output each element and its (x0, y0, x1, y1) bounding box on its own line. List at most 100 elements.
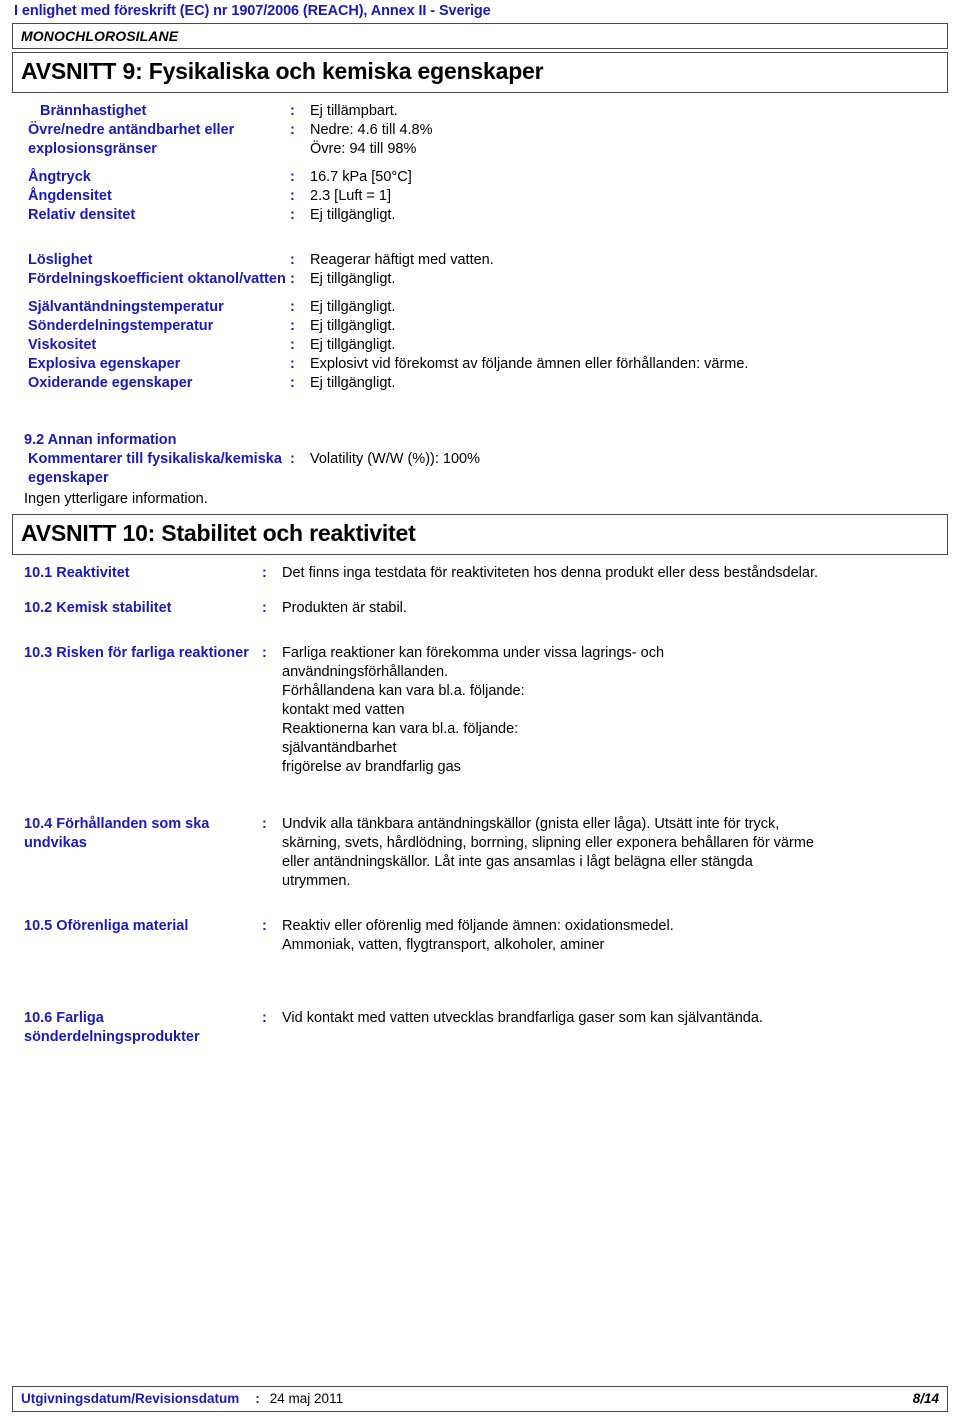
property-colon: : (262, 645, 267, 661)
property-colon: : (290, 375, 295, 391)
property-value: Produkten är stabil. (282, 600, 407, 616)
property-colon: : (290, 207, 295, 223)
property-colon: : (262, 816, 267, 832)
property-row: Kommentarer till fysikaliska/kemiska ege… (12, 450, 948, 488)
property-row: Övre/nedre antändbarhet eller explosions… (12, 121, 948, 159)
section-9-heading: AVSNITT 9: Fysikaliska och kemiska egens… (12, 52, 948, 93)
property-value: Volatility (W/W (%)): 100% (310, 451, 480, 467)
property-row: 10.4 Förhållanden som ska undvikas : Und… (12, 815, 948, 891)
property-colon: : (290, 356, 295, 372)
property-colon: : (262, 565, 267, 581)
section-9-properties: Brännhastighet : Ej tillämpbart. Övre/ne… (12, 102, 948, 393)
property-row: 10.6 Farliga sönderdelningsprodukter : V… (12, 1009, 948, 1047)
property-value: Ej tillämpbart. (310, 103, 398, 119)
property-label: 10.2 Kemisk stabilitet (24, 600, 172, 616)
section-9-2-note: Ingen ytterligare information. (24, 491, 208, 507)
property-value: Farliga reaktioner kan förekomma under v… (282, 645, 665, 775)
property-label: Fördelningskoefficient oktanol/vatten (28, 271, 286, 287)
property-label: 10.5 Oförenliga material (24, 918, 189, 934)
property-value: Ej tillgängligt. (310, 337, 396, 353)
property-colon: : (262, 1010, 267, 1026)
page-footer: Utgivningsdatum/Revisionsdatum : 24 maj … (12, 1386, 948, 1412)
property-colon: : (262, 918, 267, 934)
property-colon: : (262, 600, 267, 616)
property-label: Självantändningstemperatur (28, 299, 224, 315)
footer-revision-date: 24 maj 2011 (269, 1391, 344, 1406)
property-label: Relativ densitet (28, 207, 136, 223)
property-colon: : (290, 451, 295, 467)
property-label: 10.1 Reaktivitet (24, 565, 130, 581)
property-label: Explosiva egenskaper (28, 356, 181, 372)
property-row: Ångdensitet : 2.3 [Luft = 1] (12, 187, 948, 206)
property-label: 10.3 Risken för farliga reaktioner (24, 645, 249, 661)
property-label: Övre/nedre antändbarhet eller explosions… (28, 122, 235, 157)
property-label: Oxiderande egenskaper (28, 375, 193, 391)
property-row: 10.3 Risken för farliga reaktioner : Far… (12, 644, 948, 777)
property-colon: : (290, 252, 295, 268)
property-colon: : (290, 188, 295, 204)
property-row: Sönderdelningstemperatur : Ej tillgängli… (12, 317, 948, 336)
property-value: Ej tillgängligt. (310, 375, 396, 391)
property-colon: : (290, 299, 295, 315)
property-label: Ångdensitet (28, 188, 112, 204)
property-colon: : (290, 271, 295, 287)
property-value: Det finns inga testdata för reaktivitete… (282, 565, 819, 581)
property-row: Relativ densitet : Ej tillgängligt. (12, 206, 948, 225)
property-row: 10.5 Oförenliga material : Reaktiv eller… (12, 917, 948, 955)
property-label: Viskositet (28, 337, 97, 353)
section-9-2-heading: 9.2 Annan information (24, 432, 177, 448)
property-label: Löslighet (28, 252, 93, 268)
property-value: Reaktiv eller oförenlig med följande ämn… (282, 918, 674, 953)
property-value: Ej tillgängligt. (310, 271, 396, 287)
property-row: Fördelningskoefficient oktanol/vatten : … (12, 270, 948, 289)
property-label: 10.4 Förhållanden som ska undvikas (24, 816, 210, 851)
property-row: 10.2 Kemisk stabilitet : Produkten är st… (12, 599, 948, 618)
sds-page: I enlighet med föreskrift (EC) nr 1907/2… (0, 0, 960, 1422)
property-colon: : (290, 122, 295, 138)
property-value: Ej tillgängligt. (310, 318, 396, 334)
property-colon: : (290, 169, 295, 185)
footer-page-number: 8/14 (912, 1391, 939, 1406)
property-colon: : (290, 318, 295, 334)
property-colon: : (290, 103, 295, 119)
property-label: Kommentarer till fysikaliska/kemiska ege… (28, 451, 282, 486)
property-colon: : (290, 337, 295, 353)
section-10-properties: 10.1 Reaktivitet : Det finns inga testda… (12, 564, 948, 1047)
property-value: 16.7 kPa [50°C] (310, 169, 412, 185)
section-10-heading: AVSNITT 10: Stabilitet och reaktivitet (12, 514, 948, 555)
property-label: Ångtryck (28, 169, 91, 185)
property-row: Löslighet : Reagerar häftigt med vatten. (12, 251, 948, 270)
property-row: Oxiderande egenskaper : Ej tillgängligt. (12, 374, 948, 393)
property-value: Ej tillgängligt. (310, 207, 396, 223)
property-row: 10.1 Reaktivitet : Det finns inga testda… (12, 564, 948, 583)
property-row: Explosiva egenskaper : Explosivt vid för… (12, 355, 948, 374)
property-value: Vid kontakt med vatten utvecklas brandfa… (282, 1010, 763, 1026)
property-label: 10.6 Farliga sönderdelningsprodukter (24, 1010, 200, 1045)
property-value: Reagerar häftigt med vatten. (310, 252, 494, 268)
property-value: Undvik alla tänkbara antändningskällor (… (282, 816, 814, 889)
property-label: Sönderdelningstemperatur (28, 318, 214, 334)
property-value: 2.3 [Luft = 1] (310, 188, 392, 204)
property-label: Brännhastighet (40, 103, 147, 119)
footer-label: Utgivningsdatum/Revisionsdatum (21, 1391, 240, 1406)
footer-colon: : (255, 1391, 260, 1406)
document-running-header: I enlighet med föreskrift (EC) nr 1907/2… (14, 3, 491, 19)
property-row: Självantändningstemperatur : Ej tillgäng… (12, 298, 948, 317)
property-row: Viskositet : Ej tillgängligt. (12, 336, 948, 355)
product-name-bar: MONOCHLOROSILANE (12, 23, 948, 49)
property-row: Brännhastighet : Ej tillämpbart. (12, 102, 948, 121)
property-value: Explosivt vid förekomst av följande ämne… (310, 356, 749, 372)
section-9-2: 9.2 Annan information Kommentarer till f… (12, 431, 948, 509)
property-value: Nedre: 4.6 till 4.8% Övre: 94 till 98% (310, 122, 433, 157)
property-value: Ej tillgängligt. (310, 299, 396, 315)
